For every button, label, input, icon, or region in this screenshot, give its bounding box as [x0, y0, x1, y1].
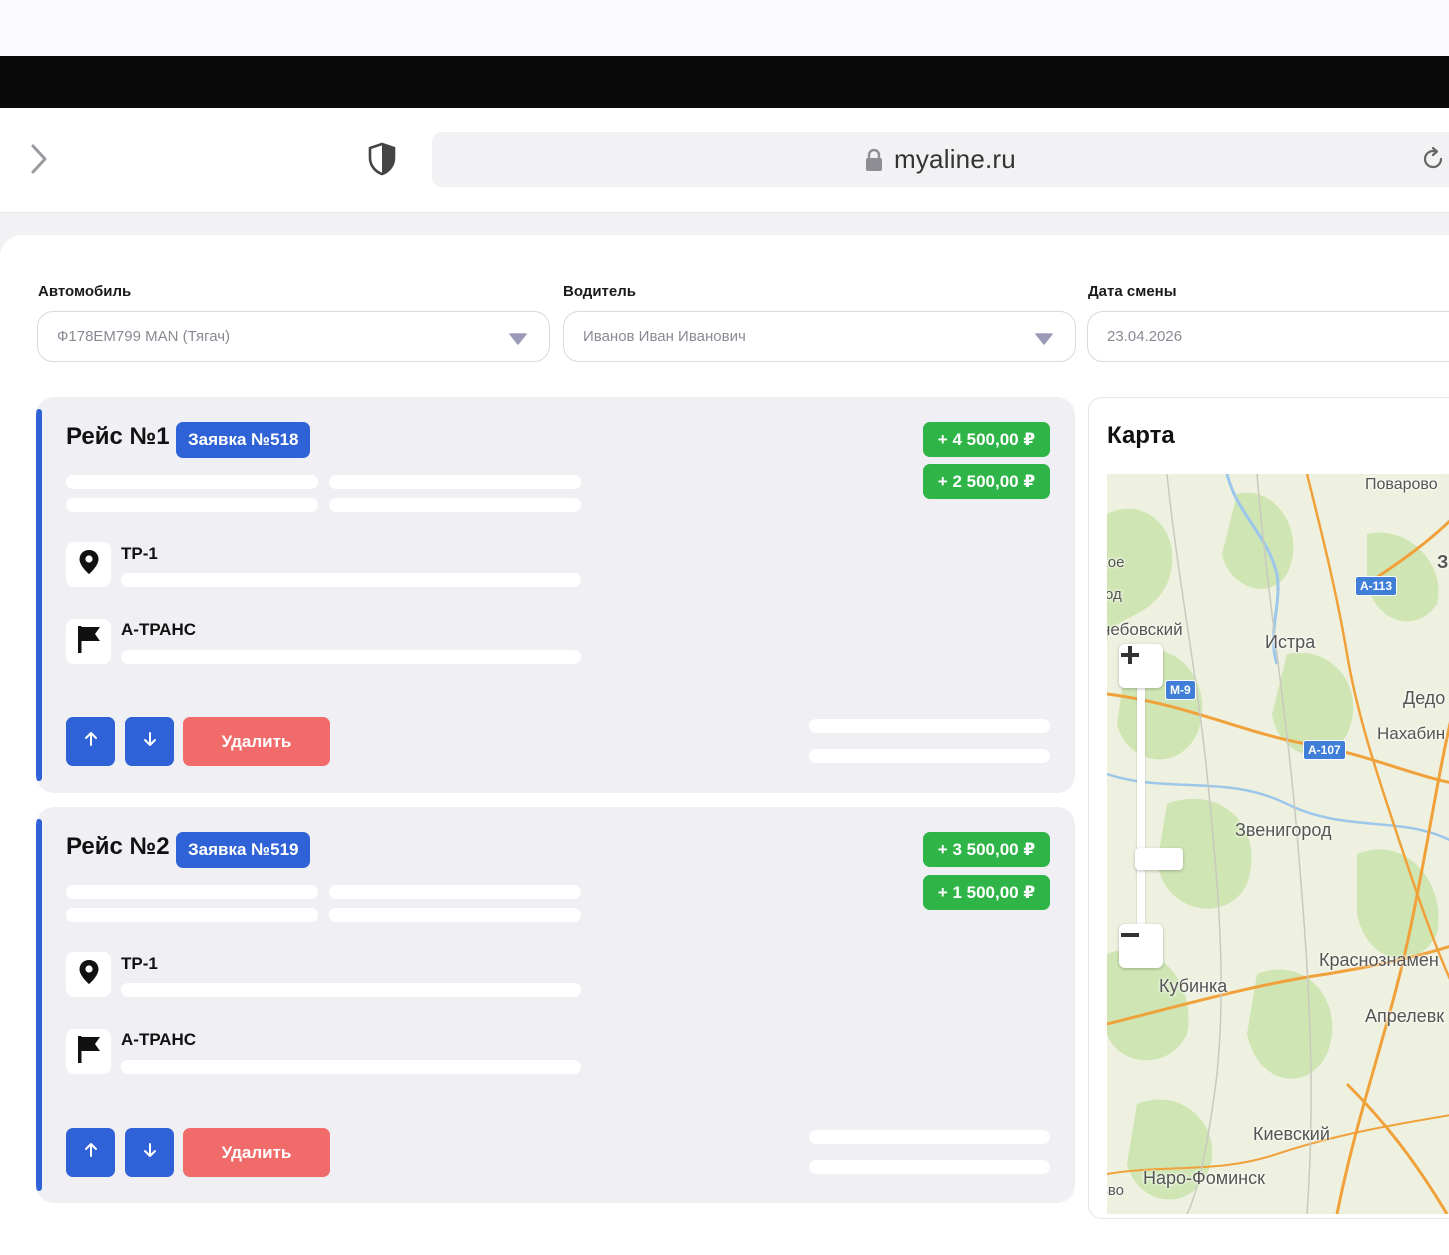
zoom-in-button[interactable] — [1119, 644, 1163, 688]
map-label: Истра — [1265, 632, 1316, 652]
reload-icon[interactable] — [1420, 146, 1446, 177]
destination-title: А-ТРАНС — [121, 1030, 196, 1049]
map-pin-icon — [78, 959, 100, 990]
zoom-out-button[interactable] — [1119, 924, 1163, 968]
card-accent — [36, 819, 42, 1191]
placeholder-line — [809, 1160, 1050, 1174]
placeholder-line — [809, 719, 1050, 733]
zoom-track[interactable] — [1135, 688, 1183, 930]
arrow-down-icon — [143, 731, 157, 752]
map-label: Наро-Фоминск — [1143, 1168, 1265, 1188]
placeholder-line — [66, 908, 318, 922]
road-sign: А-107 — [1303, 740, 1346, 760]
trip-title: Рейс №2 — [66, 833, 170, 860]
top-strip — [0, 0, 1449, 56]
move-down-button[interactable] — [125, 717, 174, 766]
address-bar[interactable]: myaline.ru — [432, 132, 1449, 187]
arrow-up-icon — [84, 1142, 98, 1163]
map-title: Карта — [1107, 422, 1175, 449]
flag-icon — [76, 624, 102, 659]
zoom-control — [1119, 644, 1183, 974]
placeholder-line — [121, 983, 581, 997]
move-up-button[interactable] — [66, 1128, 115, 1177]
zoom-slider-handle[interactable] — [1135, 848, 1183, 870]
map-label: Поварово — [1365, 476, 1438, 493]
placeholder-line — [121, 650, 581, 664]
move-down-button[interactable] — [125, 1128, 174, 1177]
map-label: Звенигород — [1235, 820, 1332, 840]
pin-icon-box — [66, 952, 111, 997]
map-label: кое — [1107, 554, 1125, 571]
map-view[interactable]: Поварово Истра Дедо Нахабин Звенигород К… — [1107, 474, 1449, 1214]
order-badge[interactable]: Заявка №518 — [176, 422, 311, 458]
delete-button[interactable]: Удалить — [183, 1128, 330, 1177]
placeholder-line — [329, 885, 581, 899]
map-label: Киевский — [1253, 1124, 1330, 1144]
map-label: З — [1437, 552, 1449, 572]
map-label: Нахабин — [1377, 724, 1446, 743]
date-value: 23.04.2026 — [1107, 328, 1183, 345]
caret-down-icon — [509, 332, 527, 350]
forward-icon[interactable] — [24, 142, 54, 176]
map-label: од — [1107, 586, 1122, 603]
flag-icon-box — [66, 619, 111, 664]
browser-title-bar — [0, 56, 1449, 108]
placeholder-line — [809, 1130, 1050, 1144]
map-label: Кубинка — [1159, 976, 1228, 996]
trip-card-1: Рейс №1 Заявка №518 + 4 500,00 ₽ + 2 500… — [36, 397, 1075, 793]
placeholder-line — [329, 908, 581, 922]
pin-icon-box — [66, 542, 111, 587]
placeholder-line — [66, 885, 318, 899]
price-badge: + 1 500,00 ₽ — [923, 875, 1050, 910]
card-accent — [36, 409, 42, 781]
shield-icon[interactable] — [364, 140, 400, 178]
placeholder-line — [121, 1060, 581, 1074]
browser-toolbar: myaline.ru — [0, 108, 1449, 213]
destination-title: А-ТРАНС — [121, 620, 196, 639]
flag-icon — [76, 1034, 102, 1069]
driver-value: Иванов Иван Иванович — [583, 328, 746, 345]
url-text: myaline.ru — [894, 144, 1016, 174]
date-input[interactable]: 23.04.2026 — [1087, 311, 1449, 362]
price-badge: + 4 500,00 ₽ — [923, 422, 1050, 457]
vehicle-select[interactable]: Ф178ЕМ799 MAN (Тягач) — [37, 311, 550, 362]
driver-label: Водитель — [563, 283, 636, 300]
date-label: Дата смены — [1088, 283, 1177, 300]
road-sign: А-113 — [1355, 576, 1398, 596]
vehicle-label: Автомобиль — [38, 283, 132, 300]
map-label: Дедо — [1403, 688, 1446, 708]
placeholder-line — [66, 475, 318, 489]
map-label: небовский — [1107, 620, 1183, 639]
placeholder-line — [66, 498, 318, 512]
arrow-down-icon — [143, 1142, 157, 1163]
lock-icon — [864, 148, 884, 177]
vehicle-value: Ф178ЕМ799 MAN (Тягач) — [57, 328, 231, 345]
road-sign: М-9 — [1165, 680, 1196, 700]
arrow-up-icon — [84, 731, 98, 752]
map-label: зво — [1107, 1182, 1125, 1199]
price-badge: + 2 500,00 ₽ — [923, 464, 1050, 499]
order-badge[interactable]: Заявка №519 — [176, 832, 311, 868]
map-pin-icon — [78, 549, 100, 580]
map-label: Краснознамен — [1319, 950, 1439, 970]
placeholder-line — [329, 498, 581, 512]
caret-down-icon — [1035, 332, 1053, 350]
trip-title: Рейс №1 — [66, 423, 170, 450]
map-label: Апрелевк — [1365, 1006, 1445, 1026]
map-card: Карта Поварово Истра Дедо Нахабин Звениг… — [1088, 397, 1449, 1219]
origin-title: ТР-1 — [121, 954, 158, 973]
trip-card-2: Рейс №2 Заявка №519 + 3 500,00 ₽ + 1 500… — [36, 807, 1075, 1203]
delete-button[interactable]: Удалить — [183, 717, 330, 766]
driver-select[interactable]: Иванов Иван Иванович — [563, 311, 1076, 362]
placeholder-line — [809, 749, 1050, 763]
flag-icon-box — [66, 1029, 111, 1074]
price-badge: + 3 500,00 ₽ — [923, 832, 1050, 867]
origin-title: ТР-1 — [121, 544, 158, 563]
move-up-button[interactable] — [66, 717, 115, 766]
placeholder-line — [121, 573, 581, 587]
placeholder-line — [329, 475, 581, 489]
